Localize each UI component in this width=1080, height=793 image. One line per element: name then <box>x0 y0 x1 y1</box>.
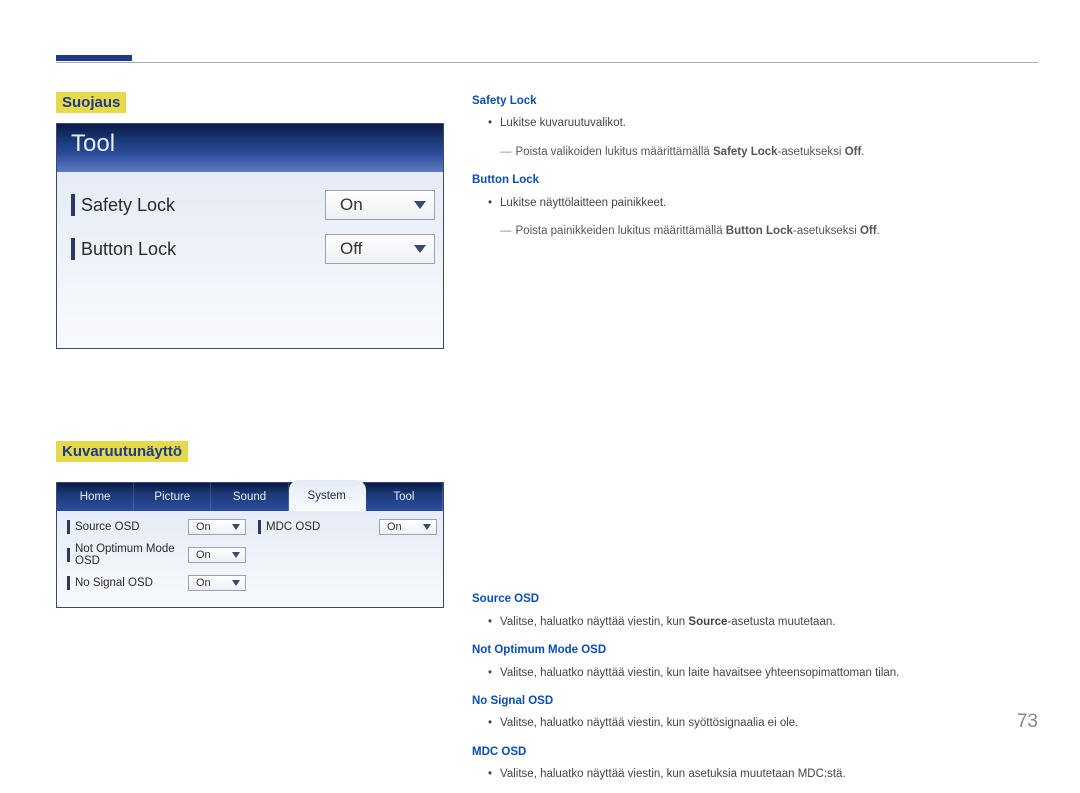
label-button-lock: Button Lock <box>472 171 1038 189</box>
left-column: Suojaus Tool Safety Lock On Button Lock … <box>56 92 444 793</box>
osd-row-source: Source OSD On <box>67 519 246 535</box>
chevron-down-icon <box>232 524 240 530</box>
page-number: 73 <box>1017 711 1038 733</box>
tool-row-safety-lock: Safety Lock On <box>71 190 435 220</box>
safety-lock-desc: Lukitse kuvaruutuvalikot. <box>488 114 1038 132</box>
button-lock-note: ―Poista painikkeiden lukitus määrittämäl… <box>500 222 1038 240</box>
tab-system[interactable]: System <box>289 480 366 511</box>
chevron-down-icon <box>414 245 426 253</box>
select-value: On <box>196 521 211 533</box>
osd-row-not-optimum: Not Optimum Mode OSD On <box>67 543 246 567</box>
safety-lock-note: ―Poista valikoiden lukitus määrittämällä… <box>500 143 1038 161</box>
row-indicator <box>67 520 70 534</box>
source-osd-select[interactable]: On <box>188 519 246 535</box>
tab-picture[interactable]: Picture <box>134 483 211 511</box>
source-osd-desc: Valitse, haluatko näyttää viestin, kun S… <box>488 613 1038 631</box>
select-value: On <box>196 549 211 561</box>
label-no-signal-osd: No Signal OSD <box>472 692 1038 710</box>
button-lock-desc: Lukitse näyttölaitteen painikkeet. <box>488 194 1038 212</box>
chevron-down-icon <box>414 201 426 209</box>
osd-body: Source OSD On Not Optimum Mode OSD On <box>57 511 443 607</box>
section-heading-kuvaruutu: Kuvaruutunäyttö <box>56 441 188 462</box>
select-value: On <box>387 521 402 533</box>
label-mdc-osd: MDC OSD <box>472 743 1038 761</box>
osd-tabs: Home Picture Sound System Tool <box>57 483 443 511</box>
row-indicator <box>71 194 75 216</box>
page-content: Suojaus Tool Safety Lock On Button Lock … <box>56 92 1038 793</box>
row-indicator <box>67 576 70 590</box>
tab-sound[interactable]: Sound <box>211 483 288 511</box>
tab-home[interactable]: Home <box>57 483 134 511</box>
osd-row-no-signal: No Signal OSD On <box>67 575 246 591</box>
mdc-osd-desc: Valitse, haluatko näyttää viestin, kun a… <box>488 765 1038 783</box>
select-value: Off <box>340 239 362 259</box>
mdc-osd-select[interactable]: On <box>379 519 437 535</box>
not-optimum-osd-select[interactable]: On <box>188 547 246 563</box>
osd-panel: Home Picture Sound System Tool Source OS… <box>56 482 444 608</box>
section-heading-suojaus: Suojaus <box>56 92 126 113</box>
header-rule <box>56 62 1038 63</box>
tab-tool[interactable]: Tool <box>366 483 443 511</box>
select-value: On <box>340 195 363 215</box>
osd-row-label: Not Optimum Mode OSD <box>75 543 188 567</box>
button-lock-select[interactable]: Off <box>325 234 435 264</box>
label-safety-lock: Safety Lock <box>472 92 1038 110</box>
osd-col-right: MDC OSD On <box>258 519 437 599</box>
row-indicator <box>258 520 261 534</box>
osd-row-label: MDC OSD <box>266 521 379 533</box>
tool-row-button-lock: Button Lock Off <box>71 234 435 264</box>
tool-panel-body: Safety Lock On Button Lock Off <box>57 172 443 348</box>
chevron-down-icon <box>232 580 240 586</box>
chevron-down-icon <box>423 524 431 530</box>
osd-row-mdc: MDC OSD On <box>258 519 437 535</box>
not-optimum-osd-desc: Valitse, haluatko näyttää viestin, kun l… <box>488 664 1038 682</box>
osd-row-label: Source OSD <box>75 521 188 533</box>
label-not-optimum-osd: Not Optimum Mode OSD <box>472 641 1038 659</box>
row-indicator <box>67 548 70 562</box>
tool-row-label: Safety Lock <box>81 195 325 216</box>
tool-row-label: Button Lock <box>81 239 325 260</box>
osd-row-label: No Signal OSD <box>75 577 188 589</box>
row-indicator <box>71 238 75 260</box>
select-value: On <box>196 577 211 589</box>
chevron-down-icon <box>232 552 240 558</box>
right-column: Safety Lock Lukitse kuvaruutuvalikot. ―P… <box>472 92 1038 793</box>
no-signal-osd-desc: Valitse, haluatko näyttää viestin, kun s… <box>488 714 1038 732</box>
label-source-osd: Source OSD <box>472 590 1038 608</box>
no-signal-osd-select[interactable]: On <box>188 575 246 591</box>
safety-lock-select[interactable]: On <box>325 190 435 220</box>
tool-panel: Tool Safety Lock On Button Lock Off <box>56 123 444 349</box>
tool-panel-header: Tool <box>57 124 443 172</box>
header-accent-bar <box>56 55 132 61</box>
osd-col-left: Source OSD On Not Optimum Mode OSD On <box>67 519 246 599</box>
